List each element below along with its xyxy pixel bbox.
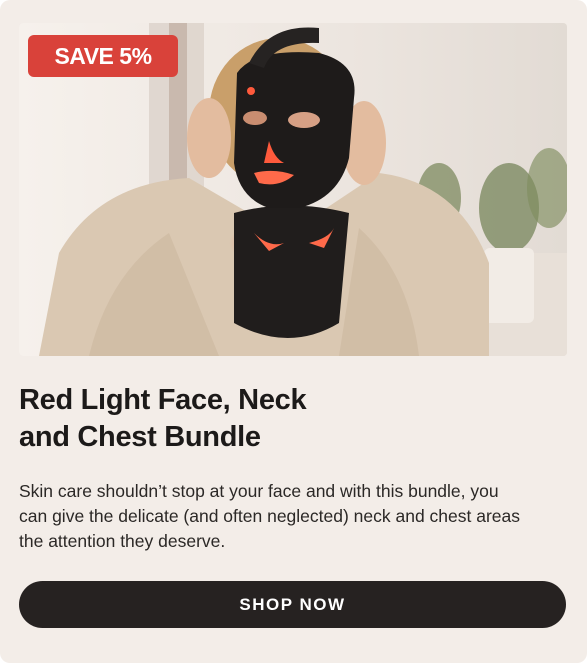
product-title-line-1: Red Light Face, Neck: [19, 384, 307, 416]
shop-now-button[interactable]: SHOP NOW: [19, 581, 566, 628]
save-badge: SAVE 5%: [28, 35, 178, 77]
product-title[interactable]: Red Light Face, Neck and Chest Bundle: [19, 382, 439, 456]
product-description: Skin care shouldn’t stop at your face an…: [19, 481, 521, 551]
product-title-line-2: and Chest Bundle: [19, 421, 261, 453]
product-card: SAVE 5% Red Light Face, Neck and Chest B…: [0, 0, 587, 663]
